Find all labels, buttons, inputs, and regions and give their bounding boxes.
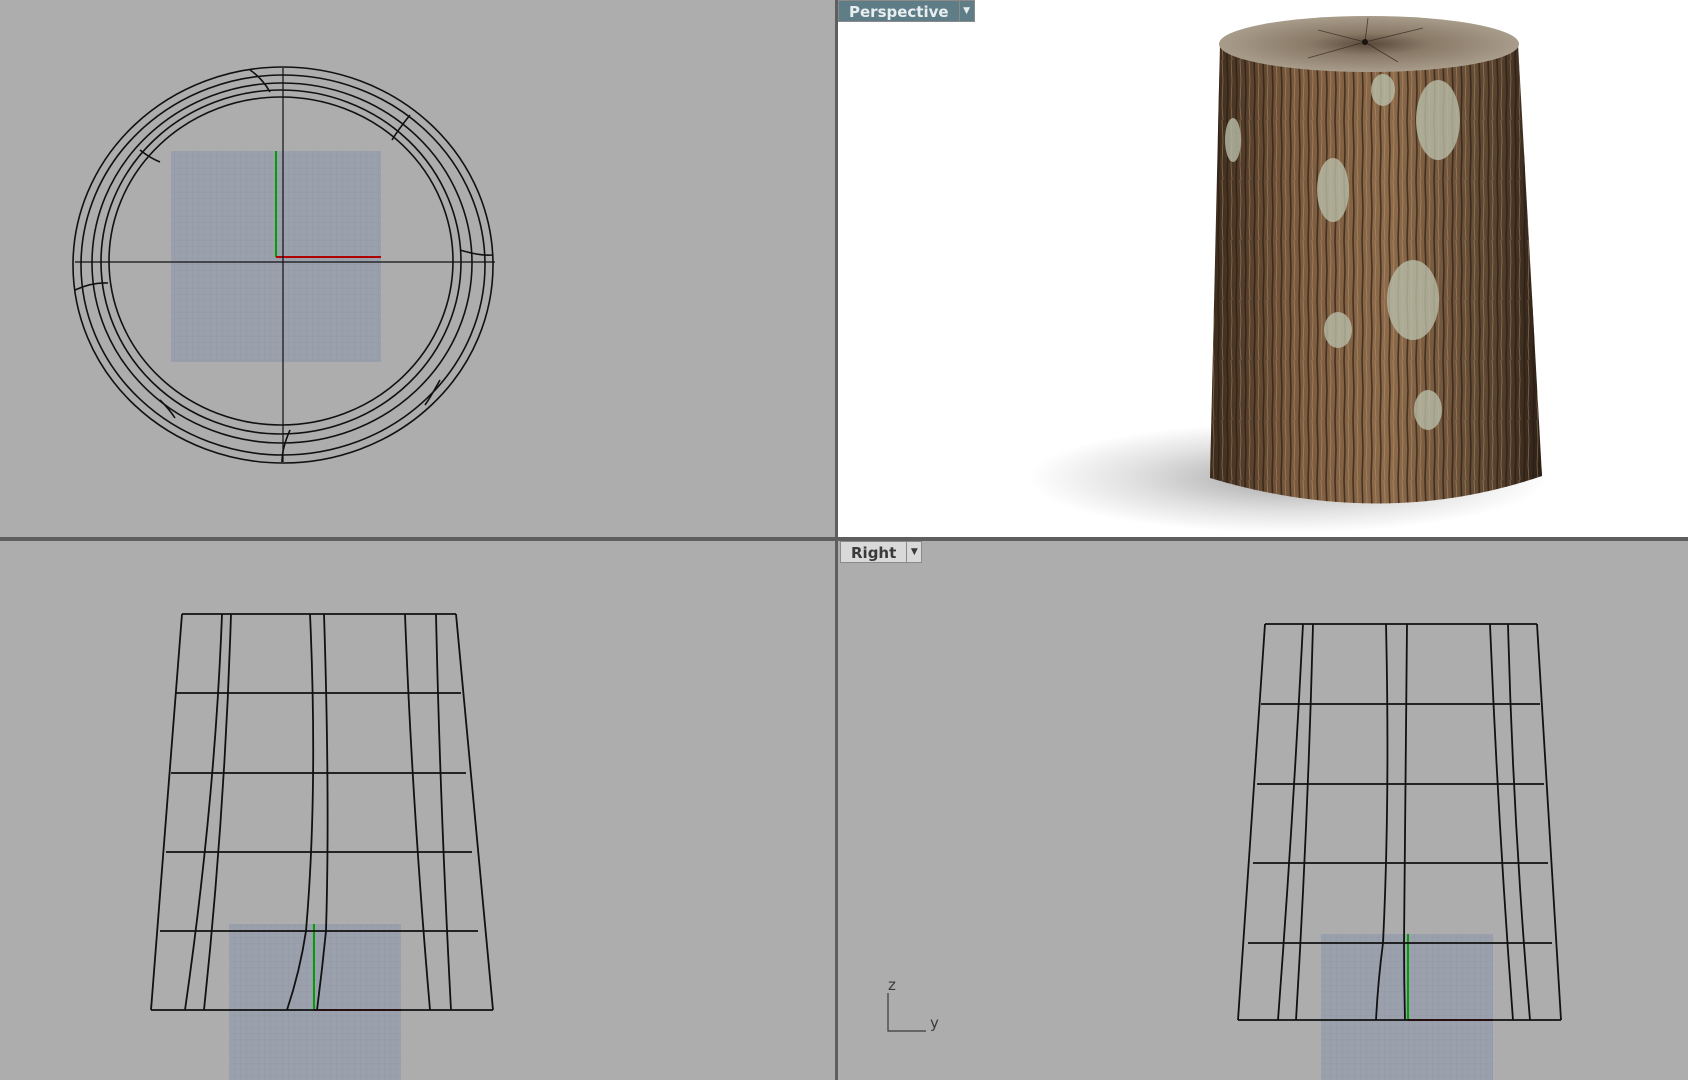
viewport-right[interactable]: Right ▼ z y <box>838 541 1688 1080</box>
chevron-down-icon[interactable]: ▼ <box>958 0 975 22</box>
axis-label-z: z <box>888 976 896 994</box>
viewport-tab-perspective[interactable]: Perspective ▼ <box>838 0 975 22</box>
front-view-canvas <box>150 613 494 1080</box>
viewport-front[interactable] <box>0 541 835 1080</box>
rhino-viewport-layout: Perspective ▼ Right ▼ z y <box>0 0 1688 1080</box>
viewport-tab-label[interactable]: Perspective <box>838 0 959 22</box>
viewport-tab-label[interactable]: Right <box>840 541 907 563</box>
chevron-down-icon[interactable]: ▼ <box>906 541 923 563</box>
rendered-stump <box>1028 16 1548 533</box>
right-view-canvas: z y <box>887 623 1562 1080</box>
viewport-top[interactable] <box>0 0 835 537</box>
axis-indicator <box>887 993 926 1032</box>
axis-label-y: y <box>930 1014 939 1032</box>
viewport-perspective[interactable]: Perspective ▼ <box>838 0 1688 537</box>
viewport-tab-right[interactable]: Right ▼ <box>840 541 923 563</box>
top-view-canvas <box>72 66 495 464</box>
